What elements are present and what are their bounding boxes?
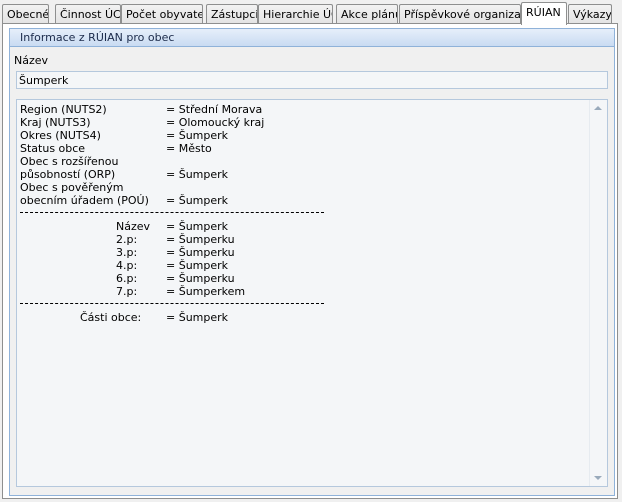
info-label: Region (NUTS2) — [20, 103, 107, 116]
parts-label: Části obce: — [80, 311, 142, 324]
name-field[interactable]: Šumperk — [16, 71, 608, 89]
tab-vykazy[interactable]: Výkazy — [568, 4, 612, 24]
info-label: obecním úřadem (POÚ) — [20, 194, 149, 207]
parts-value: = Šumperk — [166, 311, 229, 324]
case-label: 3.p: — [116, 246, 138, 259]
tab-ruian[interactable]: RÚIAN — [521, 2, 567, 25]
info-label: Okres (NUTS4) — [20, 129, 101, 142]
scroll-up-arrow-icon[interactable] — [594, 106, 602, 110]
case-value: = Šumperku — [166, 246, 235, 259]
case-value: = Šumperk — [166, 220, 229, 233]
name-label: Název — [14, 54, 49, 67]
case-label: 2.p: — [116, 233, 138, 246]
separator-line — [20, 303, 324, 305]
info-row: Okres (NUTS4) = Šumperk — [20, 129, 588, 142]
info-value: = Šumperk — [166, 168, 229, 181]
tab-cinnost-uc[interactable]: Činnost ÚC — [55, 4, 121, 24]
group-title: Informace z RÚIAN pro obec — [10, 29, 614, 47]
case-value: = Šumperk — [166, 259, 229, 272]
tab-strip: Obecné Činnost ÚC Počet obyvatel Zástupc… — [2, 2, 620, 25]
info-row: Obec s pověřeným — [20, 181, 588, 194]
case-row: 6.p: = Šumperku — [20, 272, 588, 285]
ruian-info-textbox[interactable]: Region (NUTS2) = Střední Morava Kraj (NU… — [16, 99, 608, 487]
info-row: Obec s rozšířenou — [20, 155, 588, 168]
info-value: = Olomoucký kraj — [166, 116, 265, 129]
tab-obecne[interactable]: Obecné — [2, 4, 49, 24]
info-label: Status obce — [20, 142, 86, 155]
info-content: Region (NUTS2) = Střední Morava Kraj (NU… — [20, 103, 588, 324]
info-label: působností (ORP) — [20, 168, 116, 181]
case-row: 2.p: = Šumperku — [20, 233, 588, 246]
tab-panel-ruian: Informace z RÚIAN pro obec Název Šumperk… — [2, 23, 618, 499]
ruian-info-group: Informace z RÚIAN pro obec Název Šumperk… — [9, 28, 615, 496]
info-row: Region (NUTS2) = Střední Morava — [20, 103, 588, 116]
info-value: = Město — [166, 142, 212, 155]
case-row: 4.p: = Šumperk — [20, 259, 588, 272]
case-label: 7.p: — [116, 285, 138, 298]
tab-prispevkove-organizace[interactable]: Příspěvkové organizace — [399, 4, 521, 24]
case-label: Název — [116, 220, 151, 233]
tab-pocet-obyvatel[interactable]: Počet obyvatel — [121, 4, 203, 24]
info-label: Kraj (NUTS3) — [20, 116, 91, 129]
tab-hierarchie-uc[interactable]: Hierarchie ÚC — [258, 4, 333, 24]
tab-zastupci[interactable]: Zástupci — [206, 4, 258, 24]
info-value: = Šumperk — [166, 194, 229, 207]
case-row: 7.p: = Šumperkem — [20, 285, 588, 298]
case-label: 4.p: — [116, 259, 138, 272]
info-row: obecním úřadem (POÚ) = Šumperk — [20, 194, 588, 207]
case-label: 6.p: — [116, 272, 138, 285]
separator-line — [20, 212, 324, 214]
case-row: Název = Šumperk — [20, 220, 588, 233]
parts-row: Části obce: = Šumperk — [20, 311, 588, 324]
scroll-down-arrow-icon[interactable] — [594, 476, 602, 480]
info-label: Obec s pověřeným — [20, 181, 124, 194]
info-label: Obec s rozšířenou — [20, 155, 119, 168]
info-row: Kraj (NUTS3) = Olomoucký kraj — [20, 116, 588, 129]
vertical-scrollbar[interactable] — [589, 100, 607, 486]
tab-akce-planu[interactable]: Akce plánu — [336, 4, 398, 24]
info-value: = Střední Morava — [166, 103, 263, 116]
case-value: = Šumperku — [166, 272, 235, 285]
info-value: = Šumperk — [166, 129, 229, 142]
case-value: = Šumperkem — [166, 285, 246, 298]
case-row: 3.p: = Šumperku — [20, 246, 588, 259]
case-value: = Šumperku — [166, 233, 235, 246]
info-row: působností (ORP) = Šumperk — [20, 168, 588, 181]
info-row: Status obce = Město — [20, 142, 588, 155]
